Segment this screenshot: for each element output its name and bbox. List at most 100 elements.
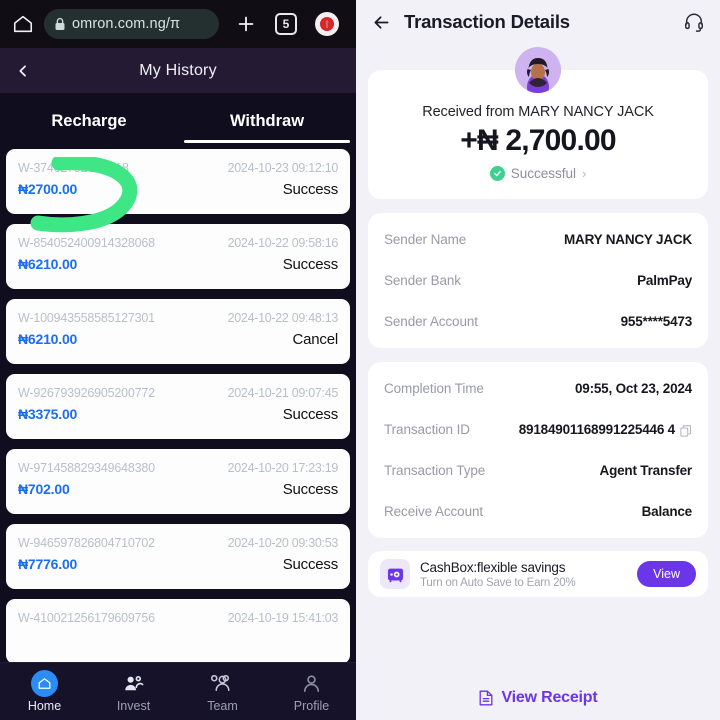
- transaction-date: 2024-10-21 09:07:45: [227, 386, 339, 400]
- chevron-right-icon: ›: [581, 166, 587, 181]
- info-row-completion-time: Completion Time 09:55, Oct 23, 2024: [384, 368, 692, 409]
- info-row-sender-bank: Sender Bank PalmPay: [384, 260, 692, 301]
- info-value: 89184901168991225446 4: [518, 422, 675, 437]
- check-circle-icon: [489, 166, 505, 181]
- transaction-id: W-854052400914328068: [18, 236, 155, 250]
- copy-icon[interactable]: [680, 424, 692, 437]
- page-title: My History: [139, 61, 217, 79]
- transaction-date: 2024-10-20 17:23:19: [227, 461, 339, 475]
- transaction-amount: ₦2700.00: [18, 181, 78, 197]
- info-label: Completion Time: [384, 381, 484, 396]
- table-row[interactable]: W-926793926905200772 2024-10-21 09:07:45…: [6, 374, 350, 439]
- page-title: Transaction Details: [404, 11, 570, 32]
- transaction-date: 2024-10-23 09:12:10: [227, 161, 339, 175]
- view-button[interactable]: View: [637, 561, 696, 587]
- info-label: Receive Account: [384, 504, 484, 519]
- document-icon: [478, 690, 493, 707]
- transaction-amount: ₦7776.00: [18, 556, 78, 572]
- transaction-id: W-971458829349648380: [18, 461, 155, 475]
- plus-icon[interactable]: [233, 11, 259, 37]
- transaction-status: Cancel: [292, 331, 339, 348]
- transaction-amount: ₦6210.00: [18, 331, 78, 347]
- detail-body: Received from MARY NANCY JACK +₦ 2,700.0…: [356, 44, 720, 676]
- transaction-list[interactable]: W-3746279265 7518 2024-10-23 09:12:10 ₦2…: [0, 149, 356, 662]
- menu-dot-icon[interactable]: [315, 12, 339, 36]
- nav-label-profile: Profile: [293, 698, 330, 713]
- browser-toolbar: omron.com.ng/π 5: [0, 0, 356, 48]
- transaction-id: W-926793926905200772: [18, 386, 155, 400]
- transaction-id: W-3746279265 7518: [18, 161, 129, 175]
- history-header: My History: [0, 48, 356, 93]
- info-row-transaction-type: Transaction Type Agent Transfer: [384, 450, 692, 491]
- info-value: PalmPay: [637, 273, 692, 288]
- nav-item-team[interactable]: Team: [178, 663, 267, 720]
- transaction-status: Success: [282, 556, 338, 573]
- tab-recharge[interactable]: Recharge: [0, 93, 178, 149]
- transaction-date: 2024-10-20 09:30:53: [227, 536, 339, 550]
- mobile-browser-panel: omron.com.ng/π 5 My History Recharge Wit…: [0, 0, 356, 720]
- transaction-status: Success: [282, 406, 338, 423]
- tab-count-badge[interactable]: 5: [275, 13, 297, 35]
- transaction-amount: ₦3375.00: [18, 406, 78, 422]
- transaction-date: 2024-10-22 09:48:13: [227, 311, 339, 325]
- address-bar[interactable]: omron.com.ng/π: [44, 9, 219, 39]
- info-value: Agent Transfer: [599, 463, 693, 478]
- tab-count-value: 5: [282, 17, 290, 31]
- transaction-details-panel: Transaction Details Received from MARY N…: [356, 0, 720, 720]
- table-row[interactable]: W-854052400914328068 2024-10-22 09:58:16…: [6, 224, 350, 289]
- team-group-icon: [210, 671, 236, 697]
- info-value: 955****5473: [620, 314, 693, 329]
- invest-people-icon: [121, 671, 147, 697]
- transaction-date: 2024-10-22 09:58:16: [227, 236, 339, 250]
- status-badge[interactable]: Successful ›: [384, 166, 692, 181]
- nav-item-home[interactable]: Home: [0, 663, 89, 720]
- url-text: omron.com.ng/π: [72, 16, 181, 32]
- table-row[interactable]: W-410021256179609756 2024-10-19 15:41:03: [6, 599, 350, 662]
- transaction-amount: +₦ 2,700.00: [460, 124, 616, 157]
- tab-recharge-label: Recharge: [51, 111, 127, 130]
- headset-icon[interactable]: [682, 10, 706, 34]
- received-from-label: Received from MARY NANCY JACK: [422, 104, 654, 120]
- transaction-meta-card: Completion Time 09:55, Oct 23, 2024 Tran…: [368, 362, 708, 538]
- view-receipt-label: View Receipt: [501, 689, 598, 706]
- nav-label-team: Team: [207, 698, 238, 713]
- avatar: [515, 47, 561, 93]
- info-value: MARY NANCY JACK: [563, 232, 692, 247]
- home-icon: [31, 670, 58, 697]
- transaction-id: W-410021256179609756: [18, 611, 155, 625]
- transaction-summary-card: Received from MARY NANCY JACK +₦ 2,700.0…: [368, 47, 708, 199]
- profile-person-icon: [299, 671, 325, 697]
- info-row-sender-name: Sender Name MARY NANCY JACK: [384, 219, 692, 260]
- table-row[interactable]: W-100943558585127301 2024-10-22 09:48:13…: [6, 299, 350, 364]
- info-row-transaction-id: Transaction ID 89184901168991225446 4: [384, 409, 692, 450]
- lock-icon: [54, 17, 66, 31]
- info-value: 09:55, Oct 23, 2024: [574, 381, 692, 396]
- info-value: Balance: [641, 504, 693, 519]
- view-receipt-link[interactable]: View Receipt: [356, 676, 720, 720]
- table-row[interactable]: W-946597826804710702 2024-10-20 09:30:53…: [6, 524, 350, 589]
- arrow-left-icon[interactable]: [370, 11, 392, 33]
- table-row[interactable]: W-971458829349648380 2024-10-20 17:23:19…: [6, 449, 350, 514]
- transaction-status: Success: [282, 181, 338, 198]
- promo-subtitle: Turn on Auto Save to Earn 20%: [420, 576, 576, 589]
- cashbox-promo-card[interactable]: CashBox:flexible savings Turn on Auto Sa…: [368, 551, 708, 597]
- info-row-receive-account: Receive Account Balance: [384, 491, 692, 532]
- safe-box-icon: [380, 559, 410, 589]
- nav-item-profile[interactable]: Profile: [267, 663, 356, 720]
- info-row-sender-account: Sender Account 955****5473: [384, 301, 692, 342]
- nav-label-home: Home: [27, 699, 62, 713]
- tab-withdraw[interactable]: Withdraw: [178, 93, 356, 149]
- transaction-id: W-100943558585127301: [18, 311, 155, 325]
- status-label: Successful: [510, 166, 576, 181]
- chevron-left-icon[interactable]: [14, 62, 32, 80]
- sender-info-card: Sender Name MARY NANCY JACK Sender Bank …: [368, 213, 708, 348]
- table-row[interactable]: W-3746279265 7518 2024-10-23 09:12:10 ₦2…: [6, 149, 350, 214]
- detail-header: Transaction Details: [356, 0, 720, 44]
- transaction-amount: ₦6210.00: [18, 256, 78, 272]
- info-label: Sender Bank: [384, 273, 461, 288]
- info-label: Transaction Type: [384, 463, 486, 478]
- info-label: Sender Name: [384, 232, 467, 247]
- promo-title: CashBox:flexible savings: [420, 559, 566, 575]
- nav-item-invest[interactable]: Invest: [89, 663, 178, 720]
- home-icon[interactable]: [10, 11, 36, 37]
